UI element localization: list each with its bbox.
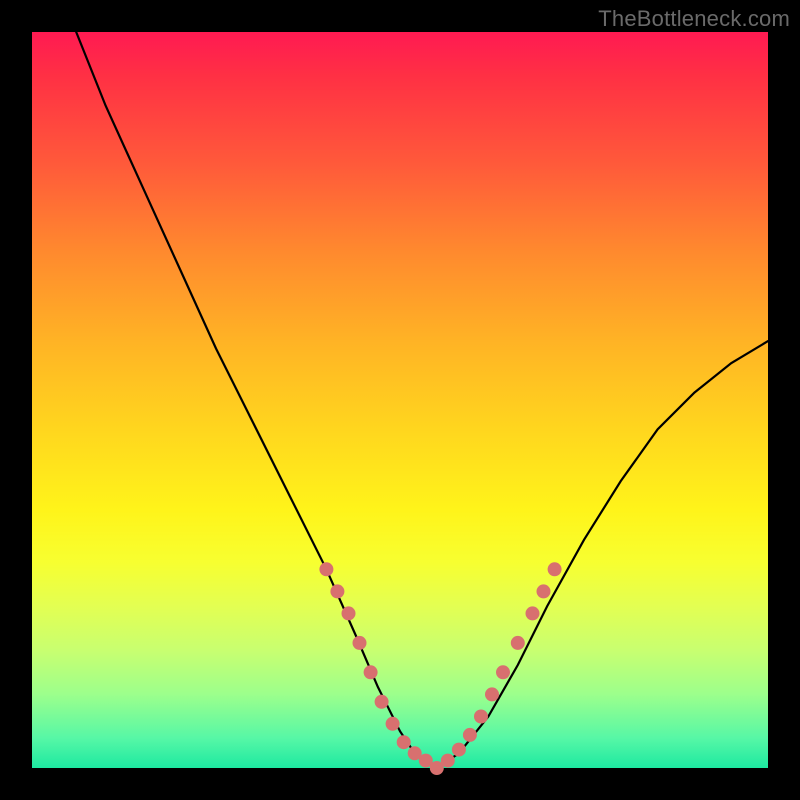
highlight-dot bbox=[319, 562, 333, 576]
watermark-text: TheBottleneck.com bbox=[598, 6, 790, 32]
highlight-dot bbox=[342, 606, 356, 620]
highlight-dot bbox=[397, 735, 411, 749]
highlight-dot bbox=[364, 665, 378, 679]
highlight-dot bbox=[353, 636, 367, 650]
highlight-dot bbox=[548, 562, 562, 576]
highlight-dot bbox=[485, 687, 499, 701]
highlight-dot bbox=[386, 717, 400, 731]
chart-frame: TheBottleneck.com bbox=[0, 0, 800, 800]
bottleneck-curve bbox=[76, 32, 768, 768]
highlight-dot bbox=[496, 665, 510, 679]
highlight-dot bbox=[330, 584, 344, 598]
highlight-dot bbox=[511, 636, 525, 650]
highlight-dot bbox=[537, 584, 551, 598]
highlight-dots bbox=[319, 562, 561, 775]
highlight-dot bbox=[452, 743, 466, 757]
highlight-dot bbox=[526, 606, 540, 620]
highlight-dot bbox=[441, 754, 455, 768]
highlight-dot bbox=[463, 728, 477, 742]
chart-svg bbox=[32, 32, 768, 768]
highlight-dot bbox=[375, 695, 389, 709]
highlight-dot bbox=[474, 710, 488, 724]
chart-plot-area bbox=[32, 32, 768, 768]
